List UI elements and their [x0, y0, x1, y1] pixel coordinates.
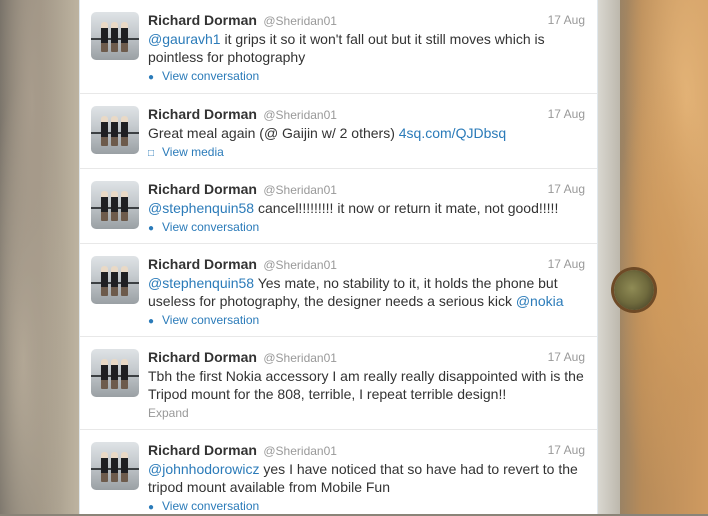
background-photo-left: [0, 0, 80, 514]
tweet-author-name[interactable]: Richard Dorman: [148, 442, 257, 458]
tweet-author-name[interactable]: Richard Dorman: [148, 349, 257, 365]
tweet-mention[interactable]: @stephenquin58: [148, 200, 254, 216]
tweet-text: Tbh the first Nokia accessory I am reall…: [148, 368, 584, 402]
tweet-item[interactable]: Richard Dorman @Sheridan01 17 Aug Tbh th…: [80, 337, 597, 430]
tweet-author-handle[interactable]: @Sheridan01: [263, 108, 337, 122]
expand-link[interactable]: Expand: [148, 405, 585, 421]
tweet-item[interactable]: Richard Dorman @Sheridan01 17 Aug @steph…: [80, 244, 597, 337]
view-conversation-link[interactable]: ● View conversation: [148, 312, 585, 330]
avatar[interactable]: [91, 442, 139, 490]
tweet-item[interactable]: Richard Dorman @Sheridan01 17 Aug @johnh…: [80, 430, 597, 514]
tweet-author-name[interactable]: Richard Dorman: [148, 181, 257, 197]
view-conversation-link[interactable]: ● View conversation: [148, 68, 585, 86]
tweet-author-name[interactable]: Richard Dorman: [148, 256, 257, 272]
view-conversation-link[interactable]: ● View conversation: [148, 219, 585, 237]
tweet-text: Great meal again (@ Gaijin w/ 2 others) …: [148, 125, 507, 141]
speech-bubble-icon: ●: [148, 223, 155, 234]
tweet-mention[interactable]: @nokia: [516, 293, 564, 309]
avatar[interactable]: [91, 12, 139, 60]
tweet-author-name[interactable]: Richard Dorman: [148, 12, 257, 28]
tweet-item[interactable]: Richard Dorman @Sheridan01 17 Aug @gaura…: [80, 0, 597, 94]
tweet-text: @johnhodorowicz yes I have noticed that …: [148, 461, 578, 495]
avatar[interactable]: [91, 349, 139, 397]
background-photo-right: [598, 0, 708, 514]
tweet-timestamp[interactable]: 17 Aug: [548, 11, 585, 29]
tweet-timestamp[interactable]: 17 Aug: [548, 105, 585, 123]
view-media-link[interactable]: □ View media: [148, 144, 585, 162]
tweet-author-handle[interactable]: @Sheridan01: [263, 14, 337, 28]
tweet-item[interactable]: Richard Dorman @Sheridan01 17 Aug @steph…: [80, 169, 597, 244]
background-cat-eye: [614, 270, 654, 310]
tweet-mention[interactable]: @gauravh1: [148, 31, 221, 47]
tweet-author-handle[interactable]: @Sheridan01: [263, 444, 337, 458]
tweet-stream: Richard Dorman @Sheridan01 17 Aug @gaura…: [79, 0, 598, 514]
tweet-author-name[interactable]: Richard Dorman: [148, 106, 257, 122]
tweet-author-handle[interactable]: @Sheridan01: [263, 183, 337, 197]
avatar[interactable]: [91, 256, 139, 304]
speech-bubble-icon: ●: [148, 72, 155, 83]
tweet-timestamp[interactable]: 17 Aug: [548, 180, 585, 198]
tweet-mention[interactable]: @stephenquin58: [148, 275, 254, 291]
tweet-text: @gauravh1 it grips it so it won't fall o…: [148, 31, 545, 65]
avatar[interactable]: [91, 106, 139, 154]
tweet-timestamp[interactable]: 17 Aug: [548, 348, 585, 366]
view-conversation-link[interactable]: ● View conversation: [148, 498, 585, 516]
tweet-author-handle[interactable]: @Sheridan01: [263, 351, 337, 365]
avatar[interactable]: [91, 181, 139, 229]
tweet-text: @stephenquin58 Yes mate, no stability to…: [148, 275, 564, 309]
tweet-link[interactable]: 4sq.com/QJDbsq: [399, 125, 506, 141]
tweet-text: @stephenquin58 cancel!!!!!!!!! it now or…: [148, 200, 559, 216]
speech-bubble-icon: ●: [148, 316, 155, 327]
document-icon: □: [148, 148, 155, 159]
tweet-author-handle[interactable]: @Sheridan01: [263, 258, 337, 272]
tweet-mention[interactable]: @johnhodorowicz: [148, 461, 260, 477]
tweet-timestamp[interactable]: 17 Aug: [548, 255, 585, 273]
tweet-timestamp[interactable]: 17 Aug: [548, 441, 585, 459]
tweet-item[interactable]: Richard Dorman @Sheridan01 17 Aug Great …: [80, 94, 597, 169]
